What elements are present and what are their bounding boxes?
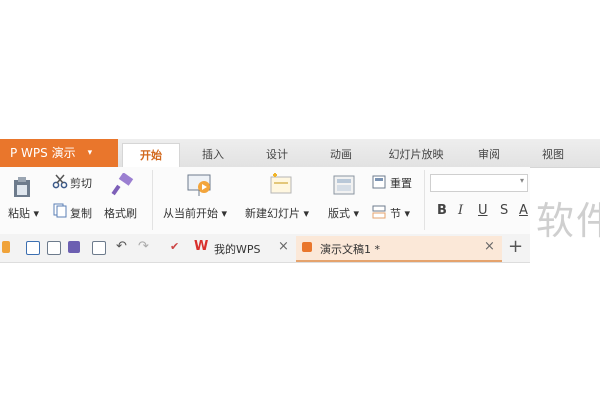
print-icon[interactable] bbox=[68, 241, 80, 253]
tab-design[interactable]: 设计 bbox=[252, 143, 302, 167]
tab-insert[interactable]: 插入 bbox=[188, 143, 238, 167]
copy-button[interactable]: 复制 bbox=[70, 205, 92, 221]
app-menu-label: P WPS 演示 bbox=[10, 146, 76, 160]
font-color-button[interactable]: A bbox=[519, 203, 528, 218]
doc-tab-my-wps-label: 我的WPS bbox=[214, 243, 261, 256]
paste-button[interactable]: 粘贴 ▾ bbox=[8, 205, 39, 221]
italic-button[interactable]: I bbox=[458, 203, 463, 218]
new-slide-icon bbox=[268, 172, 294, 202]
presentation-file-icon bbox=[302, 242, 312, 252]
close-icon[interactable]: × bbox=[278, 239, 289, 254]
format-painter-icon bbox=[110, 172, 134, 201]
cut-button[interactable]: 剪切 bbox=[70, 175, 92, 191]
reset-icon bbox=[372, 174, 386, 193]
redo-icon[interactable]: ↷ bbox=[138, 239, 149, 254]
wps-logo-icon: W bbox=[194, 239, 209, 254]
tab-review[interactable]: 审阅 bbox=[464, 143, 514, 167]
app-menu-button[interactable]: P WPS 演示 ▾ bbox=[0, 139, 118, 167]
tab-view[interactable]: 视图 bbox=[528, 143, 578, 167]
reset-button[interactable]: 重置 bbox=[390, 175, 412, 191]
save-icon[interactable] bbox=[26, 241, 40, 255]
chevron-down-icon: ▾ bbox=[519, 176, 524, 185]
doc-tab-presentation[interactable]: 演示文稿1 * × bbox=[296, 236, 502, 262]
layout-icon bbox=[332, 174, 356, 200]
ribbon-separator bbox=[152, 170, 153, 230]
strikethrough-button[interactable]: S bbox=[500, 203, 508, 218]
app-menu-caret-icon: ▾ bbox=[87, 148, 93, 158]
section-button[interactable]: 节 ▾ bbox=[390, 205, 410, 221]
undo-icon[interactable]: ↶ bbox=[116, 239, 127, 254]
tab-animation[interactable]: 动画 bbox=[316, 143, 366, 167]
font-family-select[interactable]: ▾ bbox=[430, 174, 528, 192]
scissors-icon bbox=[52, 173, 68, 193]
new-file-icon[interactable] bbox=[2, 241, 10, 253]
format-painter-button[interactable]: 格式刷 bbox=[104, 205, 137, 221]
new-slide-button[interactable]: 新建幻灯片 ▾ bbox=[245, 205, 309, 221]
copy-icon bbox=[52, 202, 68, 222]
section-icon bbox=[372, 204, 386, 223]
export-pdf-icon[interactable] bbox=[47, 241, 61, 255]
add-tab-button[interactable]: + bbox=[508, 236, 523, 257]
print-preview-icon[interactable] bbox=[92, 241, 106, 255]
customize-dropdown-icon[interactable]: ✔ bbox=[170, 240, 179, 253]
layout-button[interactable]: 版式 ▾ bbox=[328, 205, 359, 221]
start-from-current-button[interactable]: 从当前开始 ▾ bbox=[163, 205, 227, 221]
underline-button[interactable]: U bbox=[478, 203, 488, 218]
doc-tab-my-wps[interactable]: W 我的WPS × bbox=[190, 236, 295, 260]
ribbon-separator bbox=[424, 170, 425, 230]
tab-slideshow[interactable]: 幻灯片放映 bbox=[376, 143, 456, 167]
watermark-text: 软件 bbox=[536, 199, 600, 243]
paste-icon bbox=[10, 175, 34, 203]
tab-home[interactable]: 开始 bbox=[122, 143, 180, 168]
close-icon[interactable]: × bbox=[484, 239, 495, 254]
doc-tab-presentation-label: 演示文稿1 * bbox=[320, 243, 380, 256]
slideshow-start-icon bbox=[186, 172, 214, 202]
bold-button[interactable]: B bbox=[437, 203, 447, 218]
